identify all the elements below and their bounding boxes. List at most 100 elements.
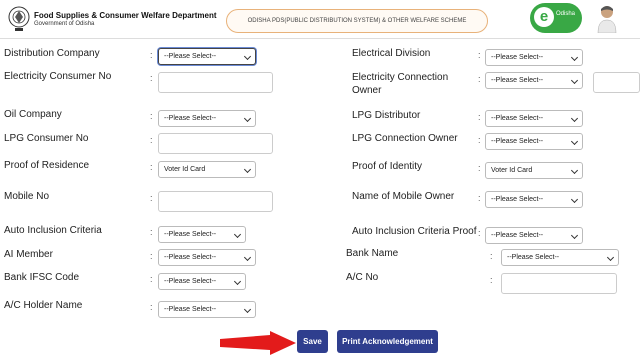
select-value: --Please Select-- [164,254,217,261]
chevron-down-icon [570,231,579,240]
proof-of-identity-select[interactable]: Voter Id Card [485,162,583,179]
label-lpg-consumer-no: LPG Consumer No [4,133,89,144]
colon: : [478,193,481,203]
lpg-connection-owner-select[interactable]: --Please Select-- [485,133,583,150]
chevron-down-icon [570,195,579,204]
label-bank-name: Bank Name [346,248,399,259]
ac-holder-name-select[interactable]: --Please Select-- [158,301,256,318]
red-arrow-icon [220,331,296,355]
chevron-down-icon [570,137,579,146]
page-header: Food Supplies & Consumer Welfare Departm… [0,0,640,39]
mobile-no-input[interactable] [158,191,273,212]
select-value: --Please Select-- [164,115,217,122]
chevron-down-icon [570,166,579,175]
label-distribution-company: Distribution Company [4,48,100,59]
distribution-company-select[interactable]: --Please Select-- [158,48,256,65]
colon: : [150,251,153,261]
lpg-consumer-no-input[interactable] [158,133,273,154]
person-portrait-icon [597,6,617,33]
select-value: --Please Select-- [491,115,544,122]
chevron-down-icon [243,52,252,61]
select-value: --Please Select-- [491,138,544,145]
colon: : [150,193,153,203]
colon: : [478,135,481,145]
auto-inclusion-criteria-select[interactable]: --Please Select-- [158,226,246,243]
name-of-mobile-owner-select[interactable]: --Please Select-- [485,191,583,208]
select-value: --Please Select-- [164,278,217,285]
electricity-connection-owner-select[interactable]: --Please Select-- [485,72,583,89]
label-lpg-connection-owner: LPG Connection Owner [352,133,458,144]
colon: : [150,227,153,237]
chevron-down-icon [243,305,252,314]
label-lpg-distributor: LPG Distributor [352,110,421,121]
chevron-down-icon [570,114,579,123]
colon: : [150,135,153,145]
label-ac-holder-name: A/C Holder Name [4,300,83,311]
logo-letter: e [534,7,554,27]
select-value: --Please Select-- [164,306,217,313]
chevron-down-icon [606,253,615,262]
label-auto-inclusion-criteria: Auto Inclusion Criteria [4,225,102,236]
colon: : [150,50,153,60]
colon: : [150,111,153,121]
government-subtitle: Government of Odisha [34,21,95,27]
select-value: --Please Select-- [491,196,544,203]
select-value: --Please Select-- [491,77,544,84]
label-electricity-consumer-no: Electricity Consumer No [4,71,112,82]
colon: : [150,162,153,172]
auto-inclusion-criteria-proof-select[interactable]: --Please Select-- [485,227,583,244]
select-value: Voter Id Card [164,166,206,173]
colon: : [478,74,481,84]
oil-company-select[interactable]: --Please Select-- [158,110,256,127]
label-ai-member: AI Member [4,249,53,260]
label-auto-inclusion-criteria-proof: Auto Inclusion Criteria Proof [352,226,477,237]
scheme-banner: ODISHA PDS(PUBLIC DISTRIBUTION SYSTEM) &… [226,9,488,33]
ac-no-input[interactable] [501,273,617,294]
electricity-connection-owner-input[interactable] [593,72,640,93]
chevron-down-icon [233,230,242,239]
label-electricity-connection-owner-line2: Owner [352,85,382,96]
label-proof-of-residence: Proof of Residence [4,160,90,171]
chevron-down-icon [243,114,252,123]
electricity-consumer-no-input[interactable] [158,72,273,93]
chevron-down-icon [233,277,242,286]
electrical-division-select[interactable]: --Please Select-- [485,49,583,66]
save-button[interactable]: Save [297,330,328,353]
label-electrical-division: Electrical Division [352,48,431,59]
lpg-distributor-select[interactable]: --Please Select-- [485,110,583,127]
e-odisha-logo: e Odisha [530,3,582,33]
bank-ifsc-code-select[interactable]: --Please Select-- [158,273,246,290]
colon: : [150,73,153,83]
colon: : [490,251,493,261]
proof-of-residence-select[interactable]: Voter Id Card [158,161,256,178]
label-bank-ifsc-code: Bank IFSC Code [4,272,80,283]
chevron-down-icon [570,76,579,85]
label-oil-company: Oil Company [4,109,62,120]
colon: : [150,302,153,312]
chevron-down-icon [570,53,579,62]
logo-text: Odisha [556,11,576,17]
colon: : [150,274,153,284]
ai-member-select[interactable]: --Please Select-- [158,249,256,266]
select-value: --Please Select-- [164,231,217,238]
chevron-down-icon [243,253,252,262]
label-proof-of-identity: Proof of Identity [352,161,423,172]
select-value: --Please Select-- [507,254,560,261]
select-value: --Please Select-- [491,54,544,61]
colon: : [478,163,481,173]
colon: : [478,50,481,60]
label-electricity-connection-owner-line1: Electricity Connection [352,72,449,83]
label-mobile-no: Mobile No [4,191,50,202]
select-value: Voter Id Card [491,167,533,174]
bank-name-select[interactable]: --Please Select-- [501,249,619,266]
label-name-of-mobile-owner: Name of Mobile Owner [352,191,455,202]
print-acknowledgement-button[interactable]: Print Acknowledgement [337,330,438,353]
colon: : [478,228,481,238]
label-ac-no: A/C No [346,272,379,283]
select-value: --Please Select-- [491,232,544,239]
select-value: --Please Select-- [164,53,217,60]
department-title: Food Supplies & Consumer Welfare Departm… [34,11,217,20]
chevron-down-icon [243,165,252,174]
colon: : [490,275,493,285]
colon: : [478,112,481,122]
